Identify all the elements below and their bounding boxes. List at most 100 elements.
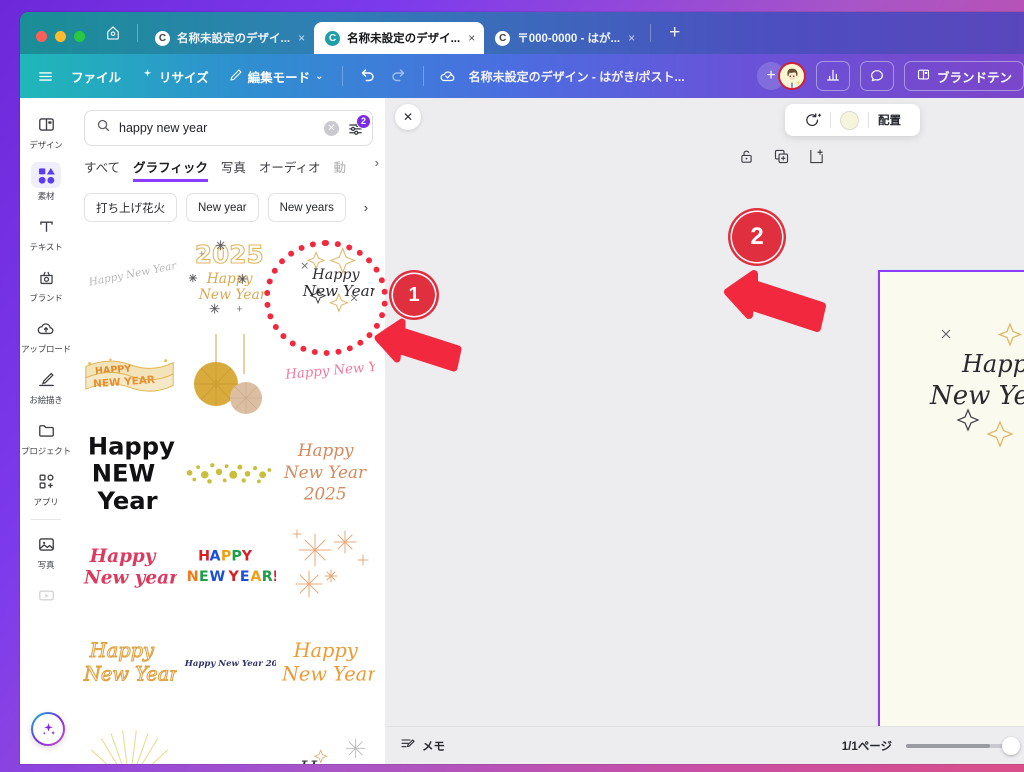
close-icon[interactable]: ✕	[395, 104, 421, 130]
color-swatch-button[interactable]	[831, 110, 868, 130]
filter-sliders-icon[interactable]: 2	[347, 113, 371, 137]
sidebar-item-text[interactable]: テキスト	[22, 208, 70, 257]
result-item[interactable]	[181, 712, 276, 764]
svg-text:New Year!: New Year!	[281, 662, 375, 685]
hamburger-icon[interactable]	[30, 61, 60, 91]
chevron-right-icon[interactable]: ›	[375, 155, 379, 170]
redo-icon[interactable]	[384, 61, 414, 91]
chip-fireworks[interactable]: 打ち上げ花火	[84, 193, 177, 222]
sidebar-item-photos[interactable]: 写真	[22, 526, 70, 575]
notes-button[interactable]: メモ	[400, 736, 445, 755]
edit-mode-button[interactable]: 編集モード ⌄	[220, 61, 333, 92]
browser-tab-1[interactable]: C 名称未設定のデザイ... ×	[144, 22, 314, 54]
tab-all[interactable]: すべて	[84, 157, 120, 182]
canvas-area: ✕ 配置 Hap New Y メモ 1/1ページ	[386, 98, 1024, 764]
search-input[interactable]: happy new year ✕ 2	[84, 110, 373, 146]
svg-text:R: R	[262, 569, 273, 585]
layout-icon	[31, 111, 61, 137]
chip-new-years[interactable]: New years	[267, 193, 346, 222]
sidebar-item-label: アプリ	[33, 497, 59, 507]
insights-button[interactable]	[815, 61, 850, 91]
result-item[interactable]: HAPPY NEW YEAR	[82, 328, 177, 420]
minimize-window-button[interactable]	[55, 31, 66, 42]
svg-text:E: E	[240, 569, 250, 585]
close-tab-icon[interactable]: ×	[627, 31, 636, 45]
svg-text:Happy: Happy	[293, 639, 359, 662]
result-item[interactable]: Happy New Year!	[82, 232, 177, 324]
sidebar-item-projects[interactable]: プロジェクト	[21, 412, 71, 461]
add-page-icon[interactable]	[808, 148, 825, 170]
maximize-window-button[interactable]	[74, 31, 85, 42]
close-tab-icon[interactable]: ×	[297, 31, 306, 45]
result-item[interactable]: Happy	[280, 712, 375, 764]
tab-video[interactable]: 動	[334, 157, 347, 182]
animate-icon[interactable]	[795, 112, 830, 129]
position-button[interactable]: 配置	[869, 112, 910, 128]
result-item[interactable]: 2025 Happy New Year + +	[181, 232, 276, 324]
search-value[interactable]: happy new year	[119, 121, 316, 135]
close-tab-icon[interactable]: ×	[467, 31, 476, 45]
result-item[interactable]: HAP PY NEW YEA R!	[181, 520, 276, 612]
brand-template-button[interactable]: ブランドテン	[903, 61, 1024, 91]
sidebar-item-label: アップロード	[21, 344, 71, 354]
zoom-slider-knob[interactable]	[1002, 736, 1020, 755]
toolbar-divider-1	[341, 66, 343, 86]
home-icon[interactable]	[99, 19, 127, 47]
browser-tab-3[interactable]: C 〒000-0000 - はが... ×	[484, 22, 644, 54]
result-item[interactable]: Happy New Year 2025	[280, 424, 375, 516]
comment-icon	[869, 67, 885, 86]
result-item[interactable]: Happy New Year 2025	[181, 616, 276, 708]
result-item[interactable]	[181, 424, 276, 516]
result-item[interactable]: Happy New Year!	[280, 616, 375, 708]
sidebar-item-label: お絵描き	[29, 395, 63, 405]
sidebar-item-apps[interactable]: アプリ	[22, 463, 70, 512]
result-item[interactable]: Happy New Year	[82, 616, 177, 708]
zoom-slider[interactable]	[906, 736, 1020, 755]
sidebar-item-draw[interactable]: お絵描き	[22, 361, 70, 410]
clear-circle-icon[interactable]: ✕	[324, 120, 339, 136]
sidebar-item-uploads[interactable]: アップロード	[21, 310, 71, 359]
result-item[interactable]: Happy New year	[82, 520, 177, 612]
comment-button[interactable]	[859, 61, 894, 91]
duplicate-icon[interactable]	[773, 148, 790, 170]
result-item-selected[interactable]: Happy New Year	[280, 232, 375, 324]
file-menu-button[interactable]: ファイル	[62, 61, 130, 92]
svg-text:A: A	[210, 548, 221, 564]
sidebar-item-design[interactable]: デザイン	[22, 106, 70, 155]
result-item[interactable]: Happy NEW Year	[82, 424, 177, 516]
tab-photos[interactable]: 写真	[221, 157, 246, 182]
browser-tab-2[interactable]: C 名称未設定のデザイ... ×	[314, 22, 485, 54]
chip-new-year[interactable]: New year	[186, 193, 259, 222]
filter-count-badge: 2	[356, 113, 371, 129]
design-page[interactable]: Happy New Year	[878, 270, 1024, 754]
folder-icon	[31, 417, 61, 443]
avatar[interactable]	[777, 62, 806, 90]
sidebar-item-brand[interactable]: ブランド	[22, 259, 70, 308]
window-traffic-lights[interactable]	[28, 31, 97, 54]
lock-icon[interactable]	[738, 148, 755, 170]
selection-float-toolbar: 配置	[785, 104, 920, 136]
resize-button[interactable]: リサイズ	[132, 61, 218, 92]
svg-text:Happy: Happy	[89, 639, 155, 662]
tab-graphics[interactable]: グラフィック	[133, 157, 208, 182]
result-item[interactable]	[181, 328, 276, 420]
result-item[interactable]: Happy New Year	[280, 328, 375, 420]
document-title[interactable]: 名称未設定のデザイン - はがき/ポスト...	[469, 68, 685, 85]
result-item[interactable]	[280, 520, 375, 612]
shapes-icon	[31, 162, 61, 188]
pencil-icon	[229, 68, 243, 85]
notes-icon	[400, 736, 416, 755]
svg-text:H: H	[198, 548, 210, 564]
result-item[interactable]	[82, 712, 177, 764]
undo-icon[interactable]	[352, 61, 382, 91]
sidebar-item-elements[interactable]: 素材	[22, 157, 70, 206]
brand-template-label: ブランドテン	[936, 70, 1012, 85]
sidebar-item-label: ブランド	[29, 293, 63, 303]
close-window-button[interactable]	[36, 31, 47, 42]
new-tab-button[interactable]: +	[657, 22, 692, 54]
chevron-right-icon[interactable]: ›	[355, 193, 377, 222]
tab-audio[interactable]: オーディオ	[259, 157, 321, 182]
sidebar-item-videos[interactable]	[22, 577, 70, 614]
magic-sparkle-icon[interactable]	[31, 712, 65, 746]
cloud-save-icon[interactable]	[433, 61, 463, 91]
